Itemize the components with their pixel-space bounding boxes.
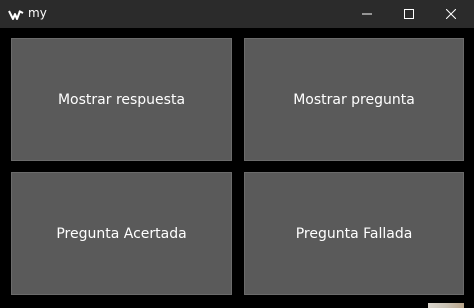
close-icon bbox=[446, 9, 456, 19]
maximize-button[interactable] bbox=[389, 0, 429, 28]
show-question-label: Mostrar pregunta bbox=[293, 91, 415, 108]
taskbar-fragment bbox=[428, 303, 464, 308]
main-content: Mostrar respuesta Mostrar pregunta Pregu… bbox=[0, 28, 474, 308]
minimize-button[interactable] bbox=[347, 0, 387, 28]
show-answer-label: Mostrar respuesta bbox=[57, 91, 186, 108]
show-answer-button[interactable]: Mostrar respuesta bbox=[11, 38, 232, 161]
window-title: my bbox=[28, 6, 47, 20]
minimize-icon bbox=[362, 9, 372, 19]
kivy-icon bbox=[8, 7, 24, 21]
question-correct-label: Pregunta Acertada bbox=[56, 225, 187, 242]
maximize-icon bbox=[404, 9, 414, 19]
question-failed-button[interactable]: Pregunta Fallada bbox=[244, 172, 464, 295]
question-correct-button[interactable]: Pregunta Acertada bbox=[11, 172, 232, 295]
show-question-button[interactable]: Mostrar pregunta bbox=[244, 38, 464, 161]
title-bar[interactable]: my bbox=[0, 0, 474, 28]
question-failed-label: Pregunta Fallada bbox=[295, 225, 413, 242]
close-button[interactable] bbox=[431, 0, 471, 28]
